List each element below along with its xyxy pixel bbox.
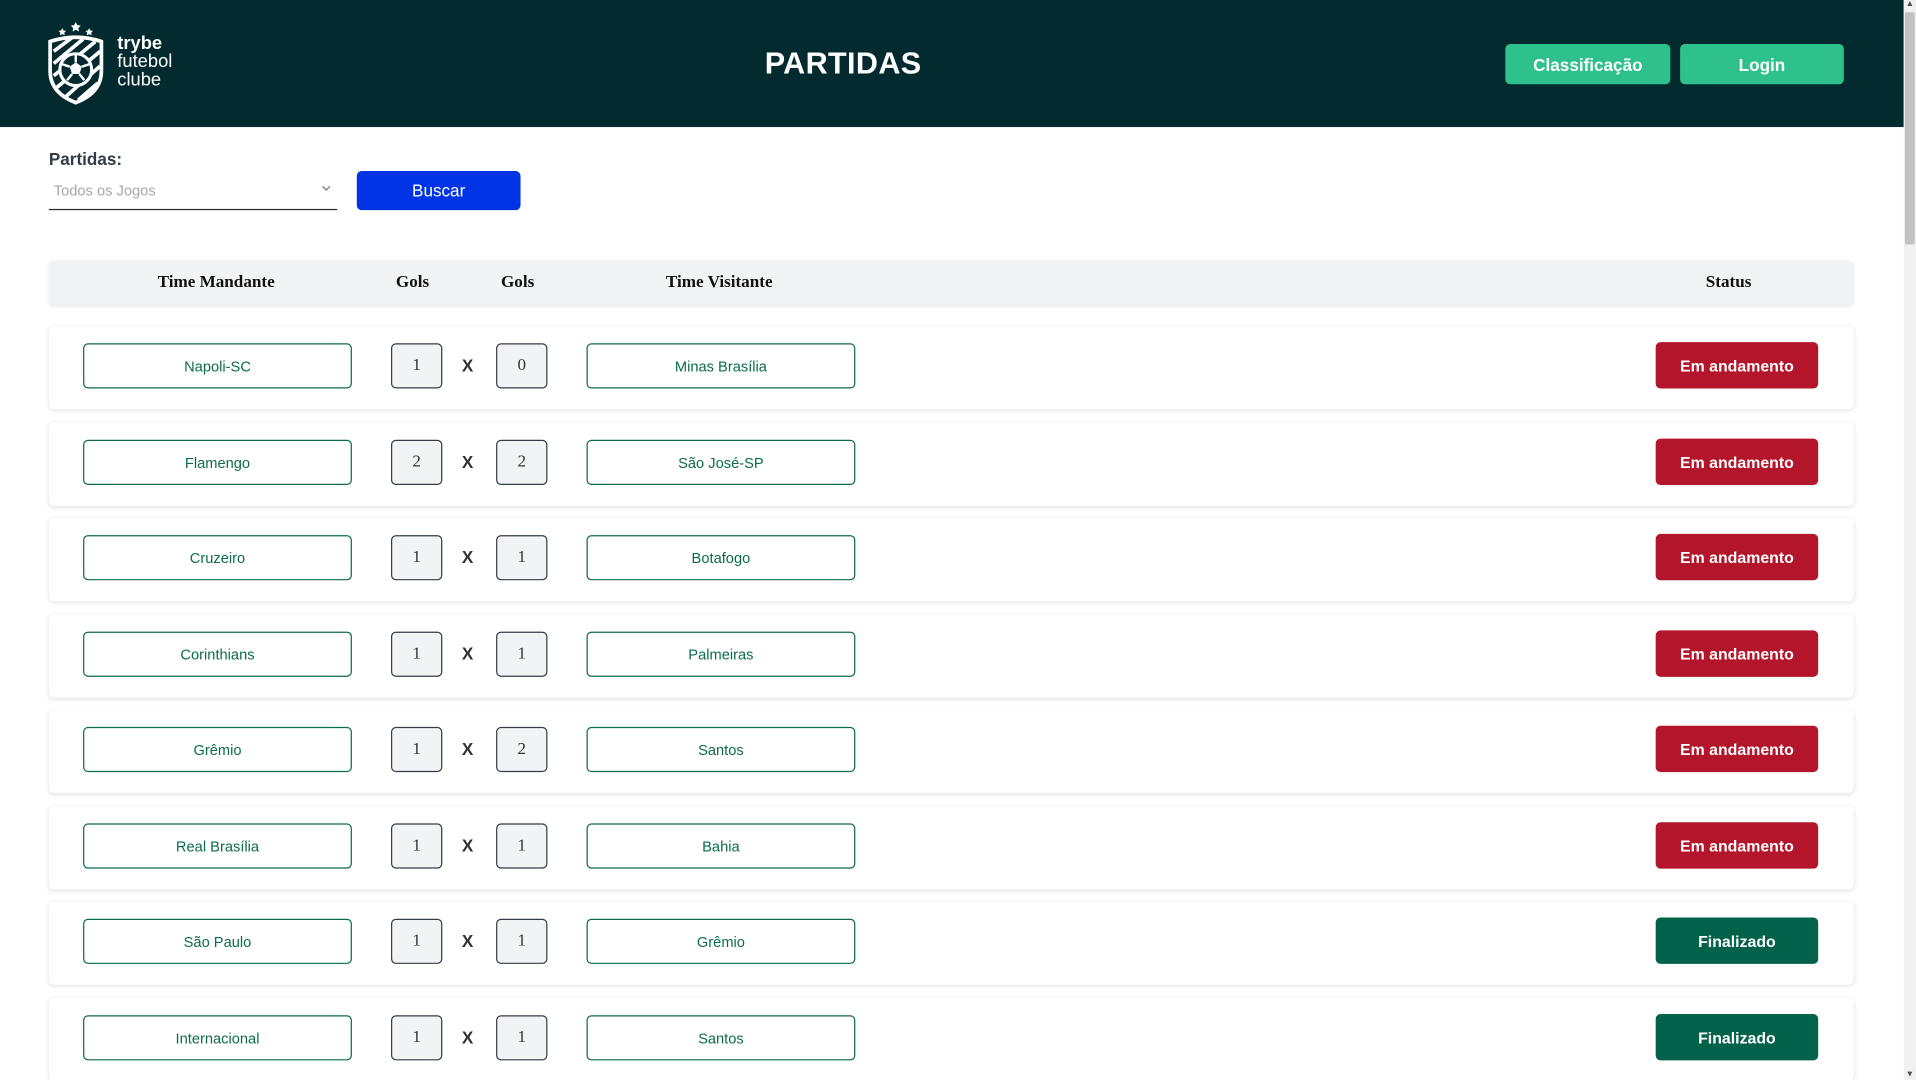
home-team-field[interactable]: Flamengo [83,439,352,486]
away-goals-field[interactable]: 2 [496,726,548,773]
status-badge[interactable]: Em andamento [1655,342,1819,389]
column-home-goals: Gols [395,273,430,292]
versus-label: X [461,930,474,951]
away-goals-field[interactable]: 1 [496,1015,548,1061]
home-team-field[interactable]: Corinthians [83,631,352,677]
away-goals-field[interactable]: 0 [496,343,548,389]
status-badge[interactable]: Em andamento [1655,630,1819,677]
column-status: Status [1705,273,1752,292]
scrollbar-thumb[interactable] [1904,12,1915,245]
home-goals-field[interactable]: 1 [391,343,443,389]
away-team-field[interactable]: Bahia [586,823,856,869]
away-goals-field[interactable]: 1 [496,918,548,964]
home-goals-field[interactable]: 1 [391,1015,443,1061]
column-home-team: Time Mandante [157,273,275,292]
status-badge[interactable]: Em andamento [1655,533,1819,581]
matches-filter-select[interactable]: Todos os Jogos [48,173,338,211]
page-title: PARTIDAS [764,46,922,81]
versus-label: X [461,643,474,664]
versus-label: X [461,452,474,472]
vertical-scrollbar[interactable]: ▲ ▼ [1903,0,1916,1080]
top-header: trybe futebol clube PARTIDAS Classificaç… [0,0,1904,128]
home-goals-field[interactable]: 1 [391,823,443,869]
scroll-down-arrow-icon[interactable]: ▼ [1905,1070,1915,1080]
table-row: Internacional 1 X 1 Santos Finalizado [48,998,1854,1080]
home-team-field[interactable]: Cruzeiro [83,535,352,581]
status-badge[interactable]: Finalizado [1655,917,1819,964]
home-team-field[interactable]: Napoli-SC [83,343,352,389]
classificacao-button[interactable]: Classificação [1505,43,1671,85]
versus-label: X [461,355,474,376]
status-badge[interactable]: Em andamento [1655,438,1819,486]
away-team-field[interactable]: Santos [586,726,856,773]
versus-label: X [461,835,474,856]
away-team-field[interactable]: Palmeiras [586,631,856,677]
login-button[interactable]: Login [1680,43,1844,85]
home-goals-field[interactable]: 1 [391,726,443,773]
away-goals-field[interactable]: 2 [496,439,548,486]
status-badge[interactable]: Em andamento [1655,725,1819,773]
search-button[interactable]: Buscar [356,171,521,211]
away-goals-field[interactable]: 1 [496,823,548,869]
table-row: Corinthians 1 X 1 Palmeiras Em andamento [48,614,1854,698]
away-team-field[interactable]: Botafogo [586,535,856,581]
away-team-field[interactable]: Santos [586,1015,856,1061]
table-row: Real Brasília 1 X 1 Bahia Em andamento [48,806,1854,890]
home-team-field[interactable]: Grêmio [83,726,352,773]
home-team-field[interactable]: Internacional [83,1015,352,1061]
filter-label: Partidas: [48,149,123,169]
away-team-field[interactable]: Minas Brasília [586,343,856,389]
away-goals-field[interactable]: 1 [496,535,548,581]
versus-label: X [461,1027,474,1047]
home-goals-field[interactable]: 1 [391,535,443,581]
table-row: Grêmio 1 X 2 Santos Em andamento [48,709,1854,793]
versus-label: X [461,739,474,759]
column-away-goals: Gols [500,273,535,292]
away-team-field[interactable]: São José-SP [586,439,856,486]
table-row: Flamengo 2 X 2 São José-SP Em andamento [48,422,1854,506]
home-team-field[interactable]: São Paulo [83,918,352,964]
chevron-down-icon [322,185,331,192]
versus-label: X [461,547,474,567]
app-root: trybe futebol clube PARTIDAS Classificaç… [0,0,1916,1080]
table-header: Time Mandante Gols Gols Time Visitante S… [48,260,1854,305]
column-away-team: Time Visitante [665,273,773,292]
home-goals-field[interactable]: 1 [391,631,443,677]
table-row: Napoli-SC 1 X 0 Minas Brasília Em andame… [48,326,1854,410]
home-team-field[interactable]: Real Brasília [83,823,352,869]
away-goals-field[interactable]: 1 [496,631,548,677]
away-team-field[interactable]: Grêmio [586,918,856,964]
home-goals-field[interactable]: 1 [391,918,443,964]
home-goals-field[interactable]: 2 [391,439,443,486]
filter-selected-value: Todos os Jogos [53,182,156,200]
status-badge[interactable]: Finalizado [1655,1014,1819,1061]
scroll-up-arrow-icon[interactable]: ▲ [1905,0,1915,10]
table-row: São Paulo 1 X 1 Grêmio Finalizado [48,901,1854,985]
table-row: Cruzeiro 1 X 1 Botafogo Em andamento [48,518,1854,602]
status-badge[interactable]: Em andamento [1655,822,1819,869]
